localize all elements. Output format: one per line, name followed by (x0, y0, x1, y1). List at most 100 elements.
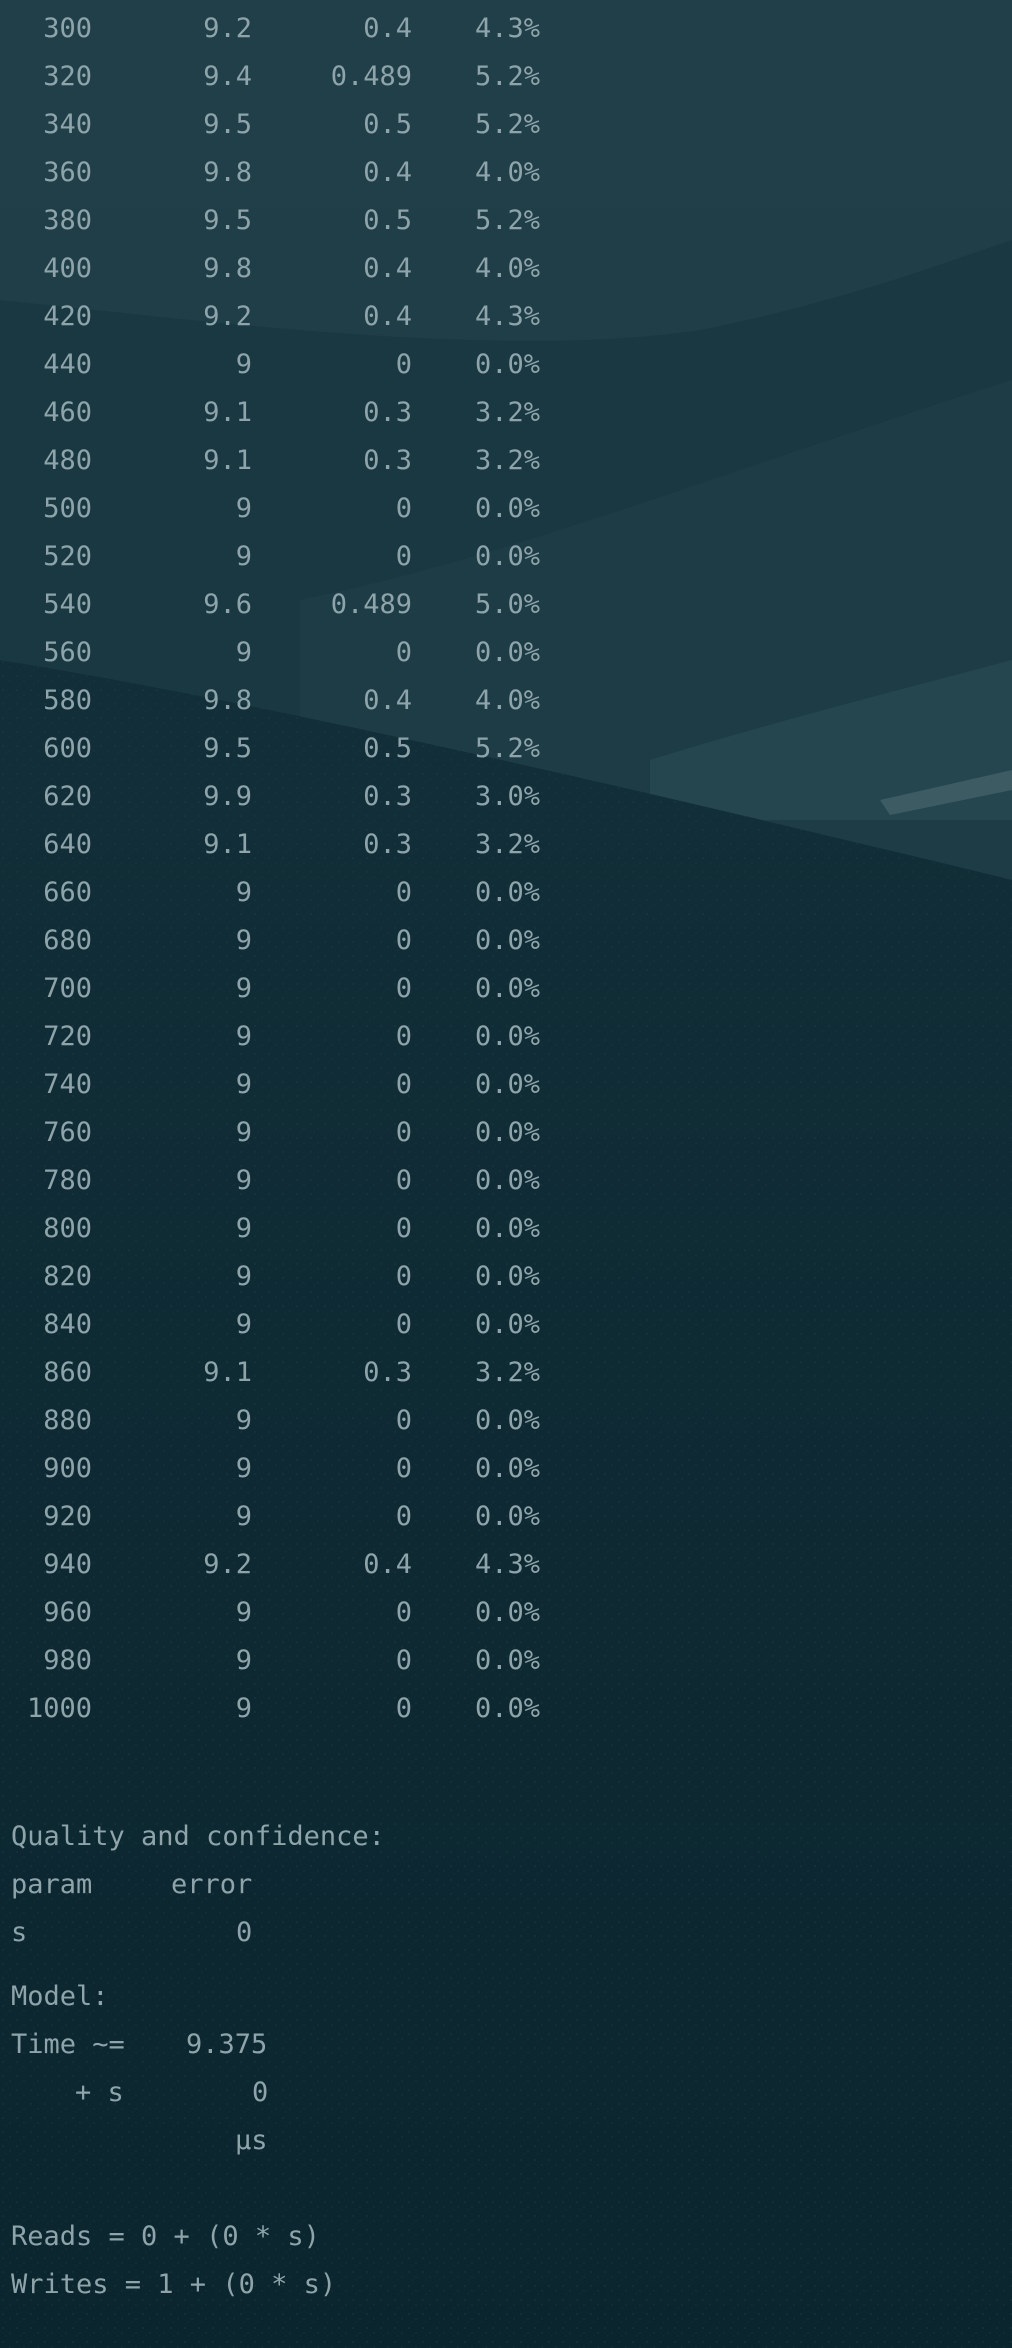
table-row: 980 9 0 0.0% (0, 1637, 600, 1685)
row-pct-value: 0.0% (474, 973, 540, 1004)
row-mean-value: 9 (235, 1165, 252, 1196)
model-plus-s-value: 0 (252, 2077, 269, 2108)
row-n-value: 540 (43, 589, 92, 620)
row-pct-value: 0.0% (474, 1021, 540, 1052)
table-row: 740 9 0 0.0% (0, 1061, 600, 1109)
row-pct-value: 0.0% (474, 925, 540, 956)
table-row: 640 9.1 0.3 3.2% (0, 821, 600, 869)
table-row: 300 9.2 0.4 4.3% (0, 5, 600, 53)
row-pct-value: 0.0% (474, 1693, 540, 1724)
row-n-value: 580 (43, 685, 92, 716)
row-sd-value: 0.4 (363, 13, 412, 44)
row-mean-value: 9 (235, 637, 252, 668)
row-n-value: 400 (43, 253, 92, 284)
row-n-value: 440 (43, 349, 92, 380)
row-pct-value: 0.0% (474, 1069, 540, 1100)
row-sd-value: 0.3 (363, 781, 412, 812)
row-n-value: 300 (43, 13, 92, 44)
table-row: 700 9 0 0.0% (0, 965, 600, 1013)
row-mean-value: 9 (235, 1309, 252, 1340)
row-pct-value: 5.2% (474, 109, 540, 140)
model-plus-s-label: + s (75, 2077, 124, 2108)
row-sd-value: 0 (395, 1405, 412, 1436)
table-row: 760 9 0 0.0% (0, 1109, 600, 1157)
table-row: 860 9.1 0.3 3.2% (0, 1349, 600, 1397)
row-n-value: 920 (43, 1501, 92, 1532)
row-mean-value: 9 (235, 1645, 252, 1676)
row-mean-value: 9 (235, 877, 252, 908)
table-row: 780 9 0 0.0% (0, 1157, 600, 1205)
model-unit: µs (235, 2125, 268, 2156)
row-mean-value: 9 (235, 1405, 252, 1436)
writes-formula: Writes = 1 + (0 * s) (11, 2269, 337, 2300)
row-mean-value: 9.8 (203, 685, 252, 716)
row-pct-value: 0.0% (474, 1645, 540, 1676)
table-row: 840 9 0 0.0% (0, 1301, 600, 1349)
table-row: 360 9.8 0.4 4.0% (0, 149, 600, 197)
row-n-value: 500 (43, 493, 92, 524)
row-n-value: 640 (43, 829, 92, 860)
row-n-value: 520 (43, 541, 92, 572)
quality-col-param: param (11, 1869, 93, 1900)
row-mean-value: 9.8 (203, 157, 252, 188)
row-mean-value: 9.1 (203, 397, 252, 428)
row-pct-value: 0.0% (474, 877, 540, 908)
row-n-value: 900 (43, 1453, 92, 1484)
row-sd-value: 0.4 (363, 301, 412, 332)
row-sd-value: 0 (395, 541, 412, 572)
row-sd-value: 0.489 (330, 589, 412, 620)
row-sd-value: 0.489 (330, 61, 412, 92)
row-n-value: 880 (43, 1405, 92, 1436)
row-mean-value: 9 (235, 1501, 252, 1532)
row-pct-value: 0.0% (474, 1453, 540, 1484)
row-mean-value: 9.5 (203, 733, 252, 764)
row-n-value: 420 (43, 301, 92, 332)
row-pct-value: 4.3% (474, 13, 540, 44)
row-mean-value: 9 (235, 1117, 252, 1148)
row-sd-value: 0.5 (363, 733, 412, 764)
table-row: 960 9 0 0.0% (0, 1589, 600, 1637)
row-n-value: 600 (43, 733, 92, 764)
table-row: 900 9 0 0.0% (0, 1445, 600, 1493)
row-n-value: 940 (43, 1549, 92, 1580)
row-sd-value: 0 (395, 925, 412, 956)
row-mean-value: 9.1 (203, 1357, 252, 1388)
row-mean-value: 9.2 (203, 13, 252, 44)
row-sd-value: 0 (395, 1117, 412, 1148)
row-pct-value: 5.2% (474, 205, 540, 236)
row-n-value: 320 (43, 61, 92, 92)
model-time-value: 9.375 (186, 2029, 268, 2060)
row-n-value: 1000 (26, 1693, 92, 1724)
row-n-value: 860 (43, 1357, 92, 1388)
row-n-value: 620 (43, 781, 92, 812)
table-row: 880 9 0 0.0% (0, 1397, 600, 1445)
row-pct-value: 0.0% (474, 493, 540, 524)
table-row: 680 9 0 0.0% (0, 917, 600, 965)
row-sd-value: 0.4 (363, 253, 412, 284)
table-row: 320 9.4 0.489 5.2% (0, 53, 600, 101)
row-pct-value: 0.0% (474, 1597, 540, 1628)
row-sd-value: 0 (395, 877, 412, 908)
row-sd-value: 0 (395, 1261, 412, 1292)
table-row: 560 9 0 0.0% (0, 629, 600, 677)
row-sd-value: 0 (395, 349, 412, 380)
row-sd-value: 0 (395, 1309, 412, 1340)
table-row: 800 9 0 0.0% (0, 1205, 600, 1253)
row-n-value: 680 (43, 925, 92, 956)
row-sd-value: 0.4 (363, 685, 412, 716)
table-row: 520 9 0 0.0% (0, 533, 600, 581)
row-mean-value: 9 (235, 1597, 252, 1628)
reads-formula: Reads = 0 + (0 * s) (11, 2221, 320, 2252)
model-time-label: Time ~= (11, 2029, 125, 2060)
row-mean-value: 9 (235, 925, 252, 956)
row-mean-value: 9 (235, 1213, 252, 1244)
row-pct-value: 5.2% (474, 733, 540, 764)
table-row: 820 9 0 0.0% (0, 1253, 600, 1301)
row-sd-value: 0.3 (363, 1357, 412, 1388)
row-pct-value: 5.2% (474, 61, 540, 92)
row-pct-value: 0.0% (474, 541, 540, 572)
row-mean-value: 9.1 (203, 445, 252, 476)
row-sd-value: 0 (395, 1021, 412, 1052)
row-pct-value: 3.2% (474, 445, 540, 476)
row-pct-value: 3.2% (474, 397, 540, 428)
